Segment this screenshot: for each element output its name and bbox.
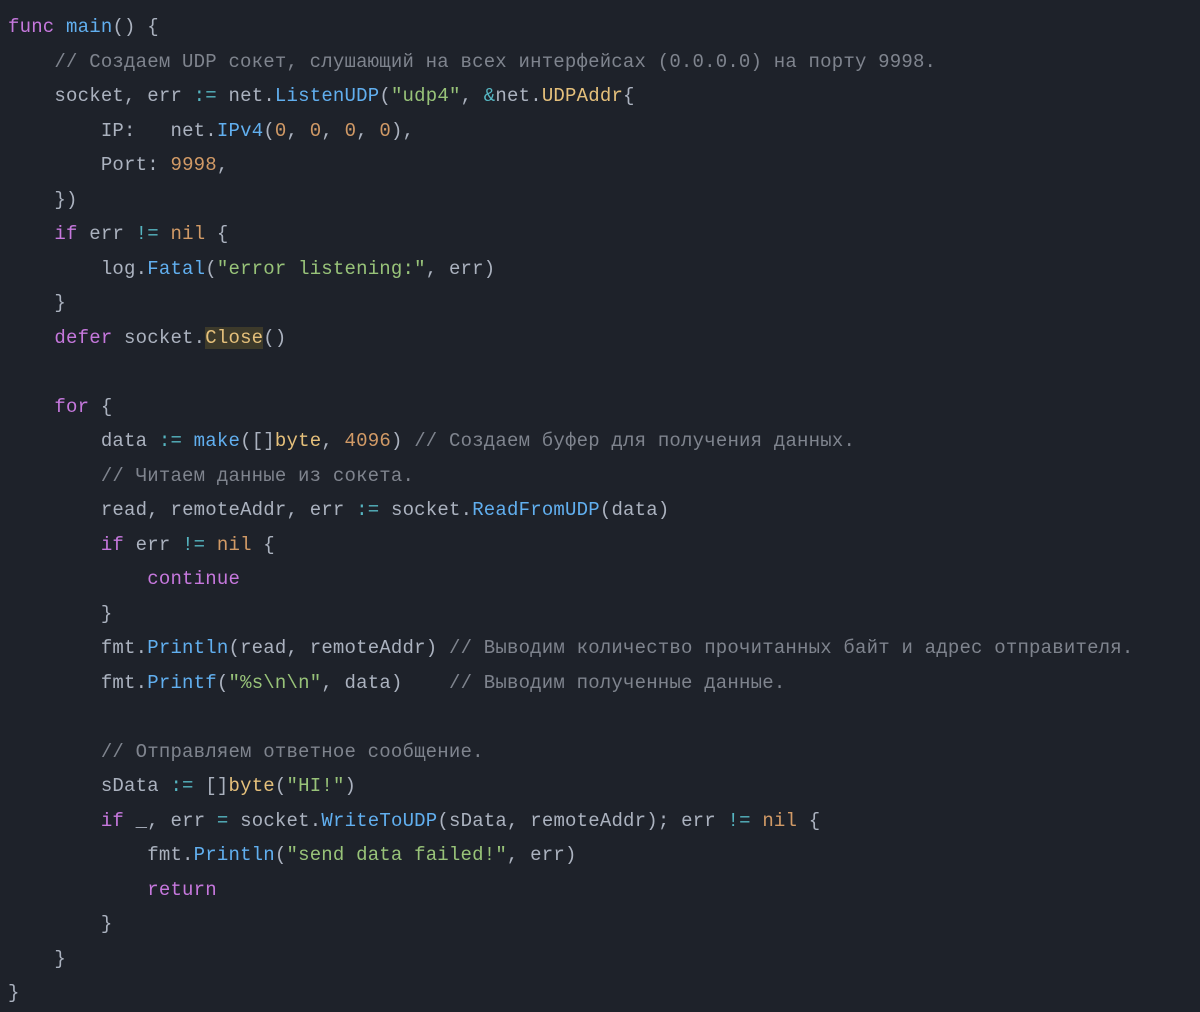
string: "udp4" — [391, 85, 461, 107]
code-line: read, remoteAddr, err := socket.ReadFrom… — [8, 499, 669, 521]
ident: socket — [54, 85, 124, 107]
code-line: return — [8, 879, 217, 901]
code-line: // Создаем UDP сокет, слушающий на всех … — [8, 51, 936, 73]
code-line: if err != nil { — [8, 223, 229, 245]
comment: // Создаем UDP сокет, слушающий на всех … — [54, 51, 936, 73]
code-line: Port: 9998, — [8, 154, 229, 176]
code-line: if _, err = socket.WriteToUDP(sData, rem… — [8, 810, 820, 832]
code-line: } — [8, 603, 112, 625]
code-line — [8, 706, 20, 728]
code-line — [8, 361, 20, 383]
type: UDPAddr — [542, 85, 623, 107]
code-line: continue — [8, 568, 240, 590]
nil: nil — [170, 223, 205, 245]
code-line: func main() { — [8, 16, 159, 38]
code-line: if err != nil { — [8, 534, 275, 556]
code-line: log.Fatal("error listening:", err) — [8, 258, 495, 280]
code-line: fmt.Printf("%s\n\n", data) // Выводим по… — [8, 672, 785, 694]
code-line: for { — [8, 396, 112, 418]
code-line: } — [8, 982, 20, 1004]
code-line: defer socket.Close() — [8, 327, 287, 349]
code-line: }) — [8, 189, 78, 211]
code-line: } — [8, 948, 66, 970]
code-line: socket, err := net.ListenUDP("udp4", &ne… — [8, 85, 635, 107]
operator: := — [182, 85, 228, 107]
code-line: } — [8, 913, 112, 935]
code-line: fmt.Println("send data failed!", err) — [8, 844, 577, 866]
code-line: } — [8, 292, 66, 314]
code-line: // Отправляем ответное сообщение. — [8, 741, 484, 763]
code-line: fmt.Println(read, remoteAddr) // Выводим… — [8, 637, 1133, 659]
punct: () { — [112, 16, 158, 38]
func-call: ListenUDP — [275, 85, 379, 107]
highlighted-close: Close — [205, 327, 263, 349]
keyword-func: func — [8, 16, 54, 38]
code-line: // Читаем данные из сокета. — [8, 465, 414, 487]
func-main: main — [66, 16, 112, 38]
code-line: sData := []byte("HI!") — [8, 775, 356, 797]
code-line: data := make([]byte, 4096) // Создаем бу… — [8, 430, 855, 452]
code-line: IP: net.IPv4(0, 0, 0, 0), — [8, 120, 414, 142]
code-editor[interactable]: func main() { // Создаем UDP сокет, слуш… — [0, 0, 1200, 1012]
number: 0 — [275, 120, 287, 142]
